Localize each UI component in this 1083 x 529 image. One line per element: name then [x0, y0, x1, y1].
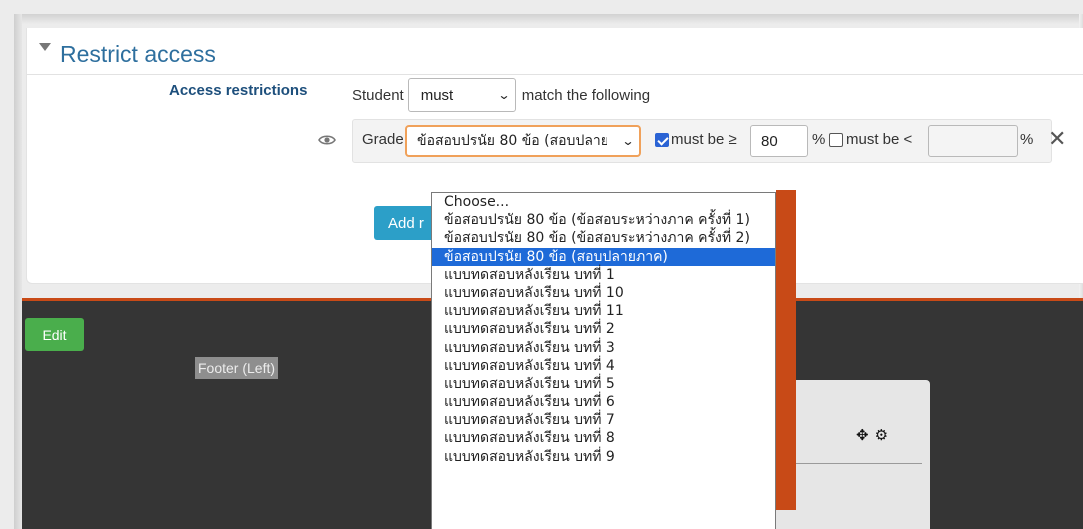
dropdown-option[interactable]: แบบทดสอบหลังเรียน บทที่ 9	[432, 448, 775, 466]
block-panel	[776, 380, 930, 529]
dropdown-option[interactable]: แบบทดสอบหลังเรียน บทที่ 3	[432, 339, 775, 357]
dropdown-option[interactable]: ข้อสอบปรนัย 80 ข้อ (ข้อสอบระหว่างภาค ครั…	[432, 211, 775, 229]
move-icon[interactable]: ✥	[856, 426, 869, 444]
grade-item-select[interactable]: ข้อสอบปรนัย 80 ข้อ (สอบปลายภาค) ⌄	[405, 125, 641, 157]
match-following-text: match the following	[521, 86, 651, 104]
must-be-ge-checkbox[interactable]	[655, 132, 669, 147]
dropdown-option[interactable]: Choose...	[432, 193, 775, 211]
header-divider	[27, 74, 1083, 75]
chevron-down-icon: ⌄	[621, 134, 635, 148]
dropdown-option[interactable]: ข้อสอบปรนัย 80 ข้อ (ข้อสอบระหว่างภาค ครั…	[432, 229, 775, 247]
must-select[interactable]: must ⌄	[407, 78, 516, 112]
dropdown-option[interactable]: แบบทดสอบหลังเรียน บทที่ 4	[432, 357, 775, 375]
grade-item-dropdown-list[interactable]: Choose... ข้อสอบปรนัย 80 ข้อ (ข้อสอบระหว่…	[431, 192, 776, 529]
collapse-caret-icon[interactable]	[39, 43, 51, 51]
access-restrictions-label: Access restrictions	[169, 82, 308, 99]
min-grade-input[interactable]: 80	[750, 125, 808, 157]
dropdown-option[interactable]: แบบทดสอบหลังเรียน บทที่ 6	[432, 393, 775, 411]
grade-label: Grade	[362, 131, 404, 148]
section-title[interactable]: Restrict access	[60, 41, 216, 68]
chevron-down-icon: ⌄	[497, 88, 511, 102]
top-shadow-strip	[14, 14, 1083, 24]
section-header[interactable]: Restrict access	[39, 36, 216, 72]
must-be-lt-label: must be <	[846, 131, 913, 148]
edit-button[interactable]: Edit	[25, 318, 84, 351]
accent-strip	[776, 190, 796, 510]
student-label: Student	[352, 86, 404, 104]
dropdown-option[interactable]: แบบทดสอบหลังเรียน บทที่ 10	[432, 284, 775, 302]
must-select-value: must	[420, 86, 454, 104]
must-be-ge-label: must be ≥	[671, 131, 737, 148]
percent-sign: %	[1020, 131, 1034, 148]
gear-icon[interactable]: ⚙	[875, 426, 888, 444]
eye-icon[interactable]	[318, 133, 336, 147]
block-divider	[776, 463, 922, 464]
dropdown-option[interactable]: แบบทดสอบหลังเรียน บทที่ 7	[432, 411, 775, 429]
left-shadow-strip	[14, 14, 22, 529]
footer-left-label: Footer (Left)	[195, 357, 279, 379]
percent-sign: %	[812, 131, 826, 148]
dropdown-option[interactable]: แบบทดสอบหลังเรียน บทที่ 2	[432, 320, 775, 338]
student-match-row: Student must ⌄ match the following	[352, 78, 650, 112]
dropdown-option[interactable]: แบบทดสอบหลังเรียน บทที่ 1	[432, 266, 775, 284]
must-be-ge-group[interactable]: must be ≥	[655, 131, 737, 148]
dropdown-option[interactable]: แบบทดสอบหลังเรียน บทที่ 5	[432, 375, 775, 393]
grade-select-value: ข้อสอบปรนัย 80 ข้อ (สอบปลายภาค)	[417, 133, 607, 149]
dropdown-option[interactable]: ข้อสอบปรนัย 80 ข้อ (สอบปลายภาค)	[432, 247, 775, 266]
max-grade-input[interactable]	[928, 125, 1018, 157]
block-controls: ✥ ⚙	[856, 426, 888, 444]
must-be-lt-group[interactable]: must be <	[829, 131, 912, 148]
dropdown-option[interactable]: แบบทดสอบหลังเรียน บทที่ 11	[432, 302, 775, 320]
page-frame: Restrict access Access restrictions Stud…	[0, 0, 1083, 529]
delete-condition-icon[interactable]: ✕	[1048, 127, 1066, 152]
must-be-lt-checkbox[interactable]	[829, 132, 843, 147]
dropdown-option[interactable]: แบบทดสอบหลังเรียน บทที่ 8	[432, 429, 775, 447]
